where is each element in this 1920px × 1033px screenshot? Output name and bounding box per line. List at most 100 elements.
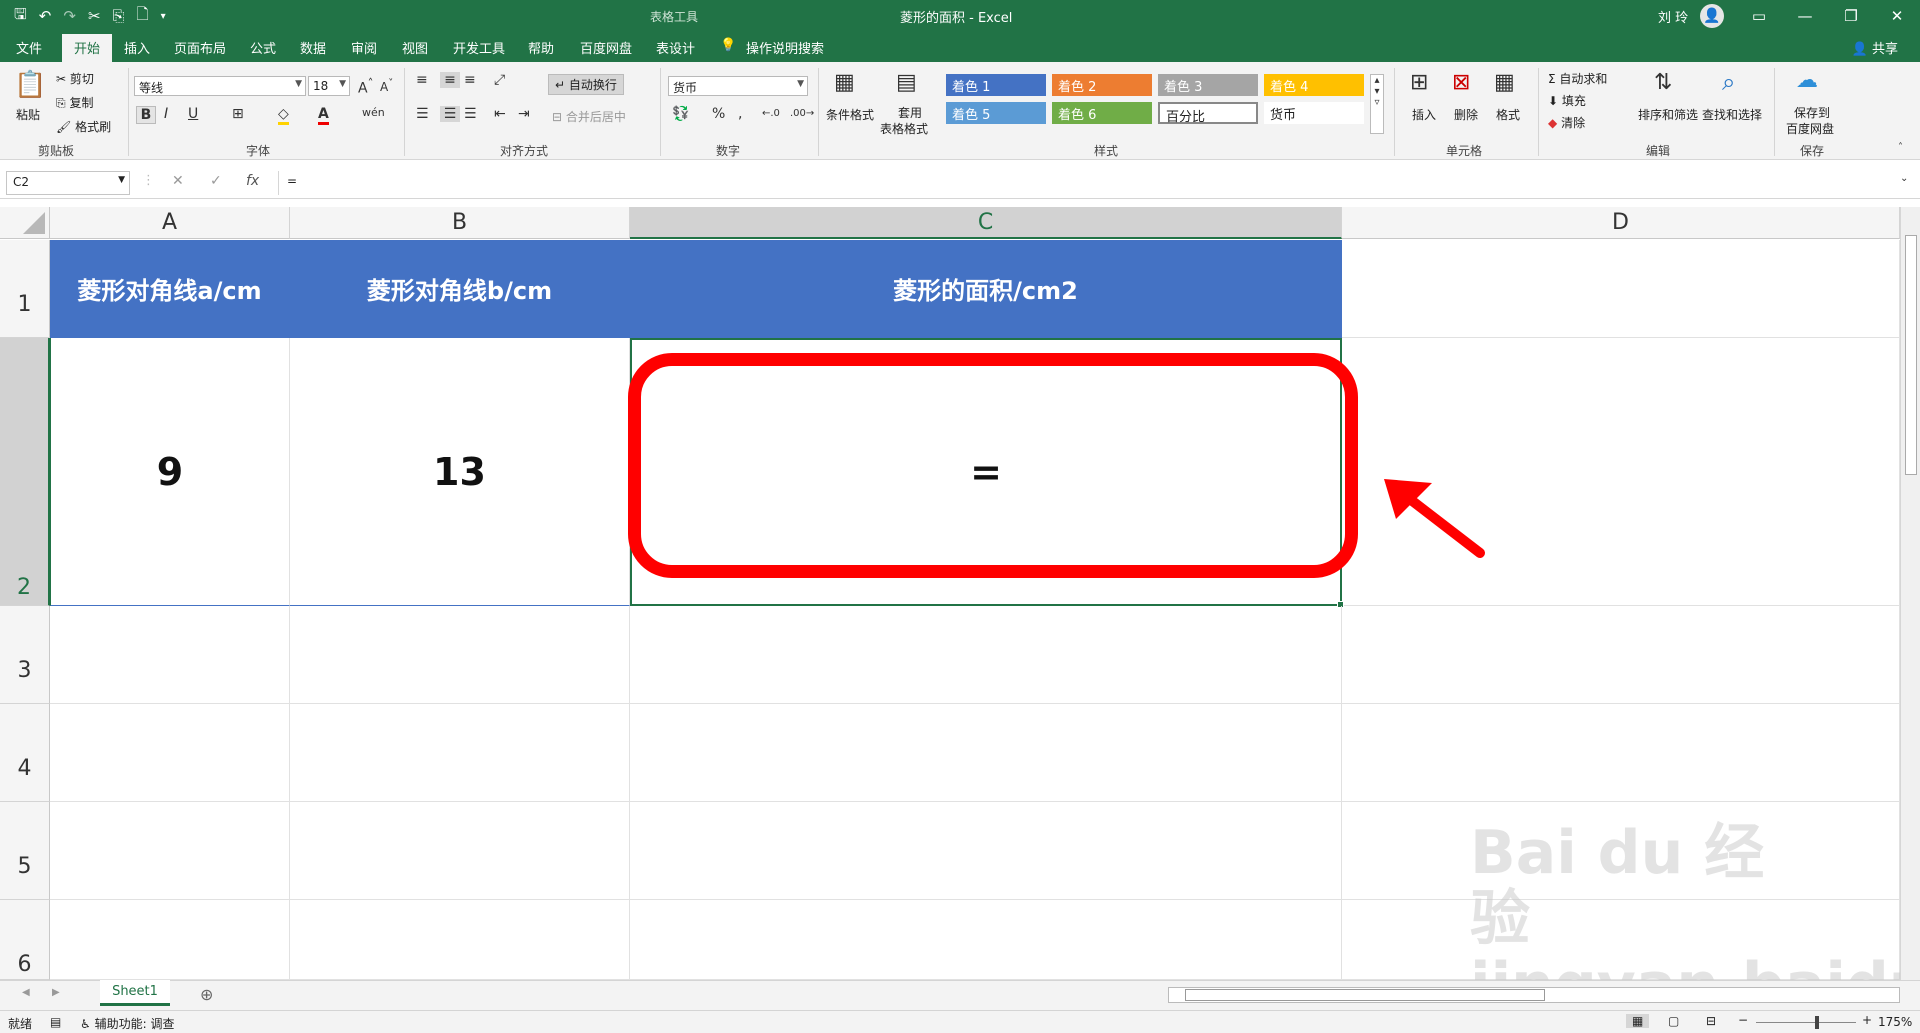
scroll-right-icon[interactable]: ▶ bbox=[52, 987, 60, 998]
grid-cell[interactable] bbox=[630, 606, 1342, 704]
format-cells-icon[interactable]: ▦ bbox=[1494, 70, 1515, 95]
comma-icon[interactable]: , bbox=[738, 106, 742, 122]
format-cells-button[interactable]: 格式 bbox=[1496, 106, 1520, 123]
vertical-scroll-thumb[interactable] bbox=[1905, 235, 1917, 475]
tab-page-layout[interactable]: 页面布局 bbox=[174, 38, 226, 57]
grow-font-icon[interactable]: A˄ bbox=[358, 76, 373, 97]
autosum-button[interactable]: Σ 自动求和 bbox=[1548, 70, 1607, 87]
fill-color-icon[interactable]: ◇ bbox=[278, 106, 289, 125]
paste-icon[interactable]: 📋 bbox=[14, 70, 46, 100]
tab-file[interactable]: 文件 bbox=[16, 38, 42, 57]
cell-d2[interactable] bbox=[1342, 338, 1900, 606]
tab-help[interactable]: 帮助 bbox=[528, 38, 554, 57]
row-header-4[interactable]: 4 bbox=[0, 704, 50, 802]
grid-cell[interactable] bbox=[50, 704, 290, 802]
paste-button[interactable]: 粘贴 bbox=[16, 106, 40, 123]
grid-cell[interactable] bbox=[630, 900, 1342, 980]
style-accent-5[interactable]: 着色 5 bbox=[946, 102, 1046, 124]
style-accent-4[interactable]: 着色 4 bbox=[1264, 74, 1364, 96]
style-accent-6[interactable]: 着色 6 bbox=[1052, 102, 1152, 124]
close-icon[interactable]: ✕ bbox=[1882, 4, 1912, 28]
row-header-2[interactable]: 2 bbox=[0, 338, 50, 606]
name-box[interactable]: C2 ▼ bbox=[6, 171, 130, 195]
increase-decimal-icon[interactable]: ←.0 bbox=[762, 108, 780, 119]
format-painter-button[interactable]: 🖌 格式刷 bbox=[56, 118, 111, 135]
cancel-icon[interactable]: ✕ bbox=[172, 173, 184, 189]
zoom-slider[interactable] bbox=[1756, 1022, 1856, 1023]
table-format-label-1[interactable]: 套用 bbox=[898, 104, 922, 121]
tab-insert[interactable]: 插入 bbox=[124, 38, 150, 57]
grid-cell[interactable] bbox=[1342, 606, 1900, 704]
grid-cell[interactable] bbox=[1342, 704, 1900, 802]
bold-icon[interactable]: B bbox=[136, 106, 156, 124]
border-icon[interactable]: ⊞ bbox=[232, 106, 244, 122]
find-select-button[interactable]: 查找和选择 bbox=[1702, 106, 1762, 123]
align-left-icon[interactable]: ☰ bbox=[416, 106, 429, 122]
grid-cell[interactable] bbox=[290, 900, 630, 980]
underline-icon[interactable]: U bbox=[188, 106, 198, 122]
decrease-indent-icon[interactable]: ⇤ bbox=[494, 106, 506, 122]
minimize-icon[interactable]: — bbox=[1790, 4, 1820, 28]
align-middle-icon[interactable]: ≡ bbox=[440, 72, 460, 88]
add-sheet-icon[interactable]: ⊕ bbox=[200, 985, 213, 1004]
restore-icon[interactable]: ❐ bbox=[1836, 4, 1866, 28]
copy-button[interactable]: ⎘ 复制 bbox=[56, 94, 93, 111]
scroll-left-icon[interactable]: ◀ bbox=[22, 987, 30, 998]
font-name-select[interactable]: 等线 ▼ bbox=[134, 76, 306, 96]
macro-record-icon[interactable]: ▤ bbox=[50, 1015, 61, 1029]
ribbon-display-icon[interactable]: ▭ bbox=[1744, 4, 1774, 28]
expand-formula-icon[interactable]: ⌄ bbox=[1900, 173, 1908, 184]
column-header-d[interactable]: D bbox=[1342, 207, 1900, 239]
zoom-out-icon[interactable]: − bbox=[1738, 1013, 1748, 1027]
font-color-icon[interactable]: A bbox=[318, 106, 329, 125]
horizontal-scroll-thumb[interactable] bbox=[1185, 989, 1545, 1001]
tab-review[interactable]: 审阅 bbox=[351, 38, 377, 57]
align-right-icon[interactable]: ☰ bbox=[464, 106, 477, 122]
horizontal-scrollbar[interactable] bbox=[1168, 987, 1900, 1003]
share-button[interactable]: 👤 共享 bbox=[1852, 38, 1898, 57]
select-all-corner[interactable] bbox=[0, 207, 50, 239]
tab-data[interactable]: 数据 bbox=[300, 38, 326, 57]
fill-button[interactable]: ⬇ 填充 bbox=[1548, 92, 1586, 109]
page-layout-view-icon[interactable]: ▢ bbox=[1668, 1014, 1679, 1028]
font-size-select[interactable]: 18 ▼ bbox=[308, 76, 350, 96]
grid-cell[interactable] bbox=[290, 704, 630, 802]
save-as-icon[interactable]: ⎘ bbox=[113, 7, 125, 25]
style-currency[interactable]: 货币 bbox=[1264, 102, 1364, 124]
styles-scroll-icon[interactable]: ▴ ▾ ▿ bbox=[1370, 74, 1384, 134]
cell-b2[interactable]: 13 bbox=[290, 338, 630, 606]
user-name[interactable]: 刘 玲 bbox=[1658, 7, 1688, 26]
grid-cell[interactable] bbox=[630, 802, 1342, 900]
accessibility-status[interactable]: ♿ 辅助功能: 调查 bbox=[80, 1015, 174, 1032]
increase-indent-icon[interactable]: ⇥ bbox=[518, 106, 530, 122]
enter-icon[interactable]: ✓ bbox=[210, 173, 222, 189]
wrap-text-button[interactable]: ↵ 自动换行 bbox=[548, 74, 624, 95]
vertical-scrollbar[interactable] bbox=[1900, 207, 1920, 980]
style-accent-3[interactable]: 着色 3 bbox=[1158, 74, 1258, 96]
grid-cell[interactable] bbox=[50, 802, 290, 900]
style-accent-1[interactable]: 着色 1 bbox=[946, 74, 1046, 96]
grid-cell[interactable] bbox=[50, 900, 290, 980]
sort-filter-button[interactable]: 排序和筛选 bbox=[1638, 106, 1698, 123]
row-header-6[interactable]: 6 bbox=[0, 900, 50, 980]
row-header-1[interactable]: 1 bbox=[0, 240, 50, 338]
conditional-format-icon[interactable]: ▦ bbox=[834, 70, 855, 95]
italic-icon[interactable]: I bbox=[164, 106, 168, 122]
grid-cell[interactable] bbox=[290, 606, 630, 704]
phonetic-icon[interactable]: wén bbox=[362, 106, 385, 119]
currency-icon[interactable]: 💱 bbox=[672, 106, 689, 122]
zoom-in-icon[interactable]: + bbox=[1862, 1013, 1872, 1027]
grid-cell[interactable] bbox=[630, 704, 1342, 802]
cell-c1[interactable]: 菱形的面积/cm2 bbox=[630, 240, 1342, 338]
tab-developer[interactable]: 开发工具 bbox=[453, 38, 505, 57]
column-header-b[interactable]: B bbox=[290, 207, 630, 239]
sheet-tab-sheet1[interactable]: Sheet1 bbox=[100, 980, 170, 1006]
merge-center-button[interactable]: ⊟ 合并后居中 bbox=[552, 108, 626, 125]
row-header-3[interactable]: 3 bbox=[0, 606, 50, 704]
shrink-font-icon[interactable]: A˅ bbox=[380, 78, 393, 94]
save-to-label-2[interactable]: 百度网盘 bbox=[1786, 120, 1834, 137]
sort-filter-icon[interactable]: ⇅ bbox=[1654, 70, 1672, 95]
decrease-decimal-icon[interactable]: .00→ bbox=[790, 108, 814, 119]
tab-table-design[interactable]: 表设计 bbox=[656, 38, 695, 57]
save-icon[interactable]: 🖫 bbox=[14, 4, 27, 29]
